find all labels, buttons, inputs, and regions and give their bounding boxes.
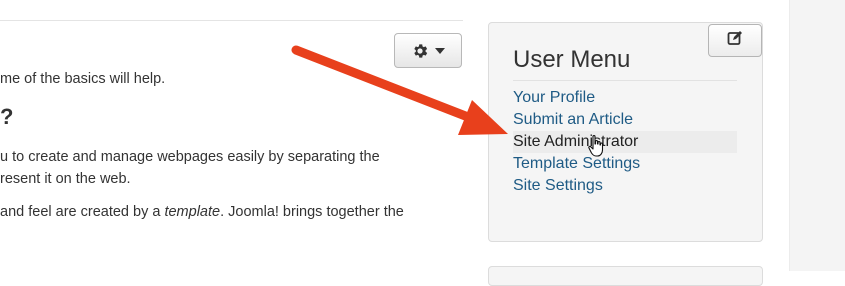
page-right-gutter [789, 0, 845, 271]
menu-item-template-settings[interactable]: Template Settings [513, 153, 737, 175]
edit-module-button[interactable] [708, 24, 762, 57]
hand-cursor-icon [588, 135, 604, 157]
edit-icon [727, 30, 743, 51]
article-text-line: u to create and manage webpages easily b… [0, 149, 380, 165]
user-menu-title: User Menu [513, 46, 631, 73]
emphasis-text: template [164, 204, 221, 220]
article-text-line: and feel are created by a template. Joom… [0, 204, 404, 220]
menu-item-site-administrator[interactable]: Site Administrator [513, 131, 737, 153]
article-text-line: me of the basics will help. [0, 71, 166, 87]
article-options-button[interactable] [394, 33, 462, 68]
next-module [488, 266, 763, 286]
article-area: me of the basics will help. ? u to creat… [0, 0, 465, 271]
caret-down-icon [435, 47, 445, 54]
article-heading: ? [0, 104, 14, 129]
gear-icon [411, 42, 429, 60]
divider [513, 80, 737, 81]
menu-item-submit-article[interactable]: Submit an Article [513, 109, 737, 131]
menu-item-site-settings[interactable]: Site Settings [513, 175, 737, 197]
divider [0, 20, 463, 21]
menu-item-your-profile[interactable]: Your Profile [513, 87, 737, 109]
article-text-line: resent it on the web. [0, 171, 131, 187]
